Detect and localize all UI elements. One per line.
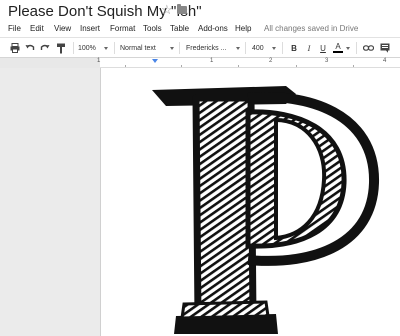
link-icon[interactable] xyxy=(362,41,374,55)
menu-add-ons[interactable]: Add-ons xyxy=(198,24,228,33)
comment-icon[interactable] xyxy=(379,41,391,55)
toolbar-separator xyxy=(114,42,115,54)
ruler-label: 4 xyxy=(383,58,387,64)
toolbar-separator xyxy=(73,42,74,54)
folder-icon[interactable] xyxy=(177,4,187,14)
bold-button[interactable]: B xyxy=(288,41,300,55)
menu-table[interactable]: Table xyxy=(170,24,189,33)
redo-icon[interactable] xyxy=(39,41,51,55)
ruler-label: 2 xyxy=(269,58,273,64)
menu-edit[interactable]: Edit xyxy=(30,24,44,33)
menu-tools[interactable]: Tools xyxy=(143,24,162,33)
undo-icon[interactable] xyxy=(24,41,36,55)
menu-bar: File Edit View Insert Format Tools Table… xyxy=(0,22,400,37)
chevron-down-icon xyxy=(272,47,276,50)
paint-format-icon[interactable] xyxy=(55,41,67,55)
style-value: Normal text xyxy=(120,44,156,52)
ruler-margin xyxy=(0,58,100,68)
document-page[interactable] xyxy=(100,68,400,336)
print-icon[interactable] xyxy=(9,41,21,55)
ruler-label: 1 xyxy=(210,58,214,64)
chevron-down-icon xyxy=(346,47,350,50)
font-value: Fredericks ... xyxy=(186,44,227,52)
font-size-dropdown[interactable]: 400 xyxy=(252,41,274,55)
italic-button[interactable]: I xyxy=(304,41,314,55)
toolbar-separator xyxy=(179,42,180,54)
underline-button[interactable]: U xyxy=(318,41,328,55)
chevron-down-icon xyxy=(236,47,240,50)
style-dropdown[interactable]: Normal text xyxy=(120,41,170,55)
menu-file[interactable]: File xyxy=(8,24,21,33)
toolbar: 100% Normal text Fredericks ... 400 B I … xyxy=(0,37,400,58)
ruler-label: 1 xyxy=(97,58,101,64)
save-status: All changes saved in Drive xyxy=(264,24,359,33)
letter-p-glyph xyxy=(152,86,380,334)
menu-insert[interactable]: Insert xyxy=(80,24,100,33)
toolbar-separator xyxy=(245,42,246,54)
ruler-label: 3 xyxy=(325,58,329,64)
menu-view[interactable]: View xyxy=(54,24,71,33)
toolbar-separator xyxy=(282,42,283,54)
chevron-down-icon xyxy=(104,47,108,50)
chevron-down-icon xyxy=(170,47,174,50)
indent-marker[interactable] xyxy=(152,59,158,63)
menu-format[interactable]: Format xyxy=(110,24,135,33)
toolbar-separator xyxy=(356,42,357,54)
text-color-button[interactable]: A xyxy=(333,41,343,53)
ruler: 1 1 2 3 4 xyxy=(0,58,400,68)
zoom-value: 100% xyxy=(78,44,96,52)
font-dropdown[interactable]: Fredericks ... xyxy=(186,41,238,55)
menu-help[interactable]: Help xyxy=(235,24,251,33)
font-size-value: 400 xyxy=(252,44,264,52)
document-canvas xyxy=(0,68,400,336)
star-icon[interactable]: ☆ xyxy=(161,3,173,17)
title-bar: Please Don't Squish My "Ish" ☆ xyxy=(0,0,400,22)
